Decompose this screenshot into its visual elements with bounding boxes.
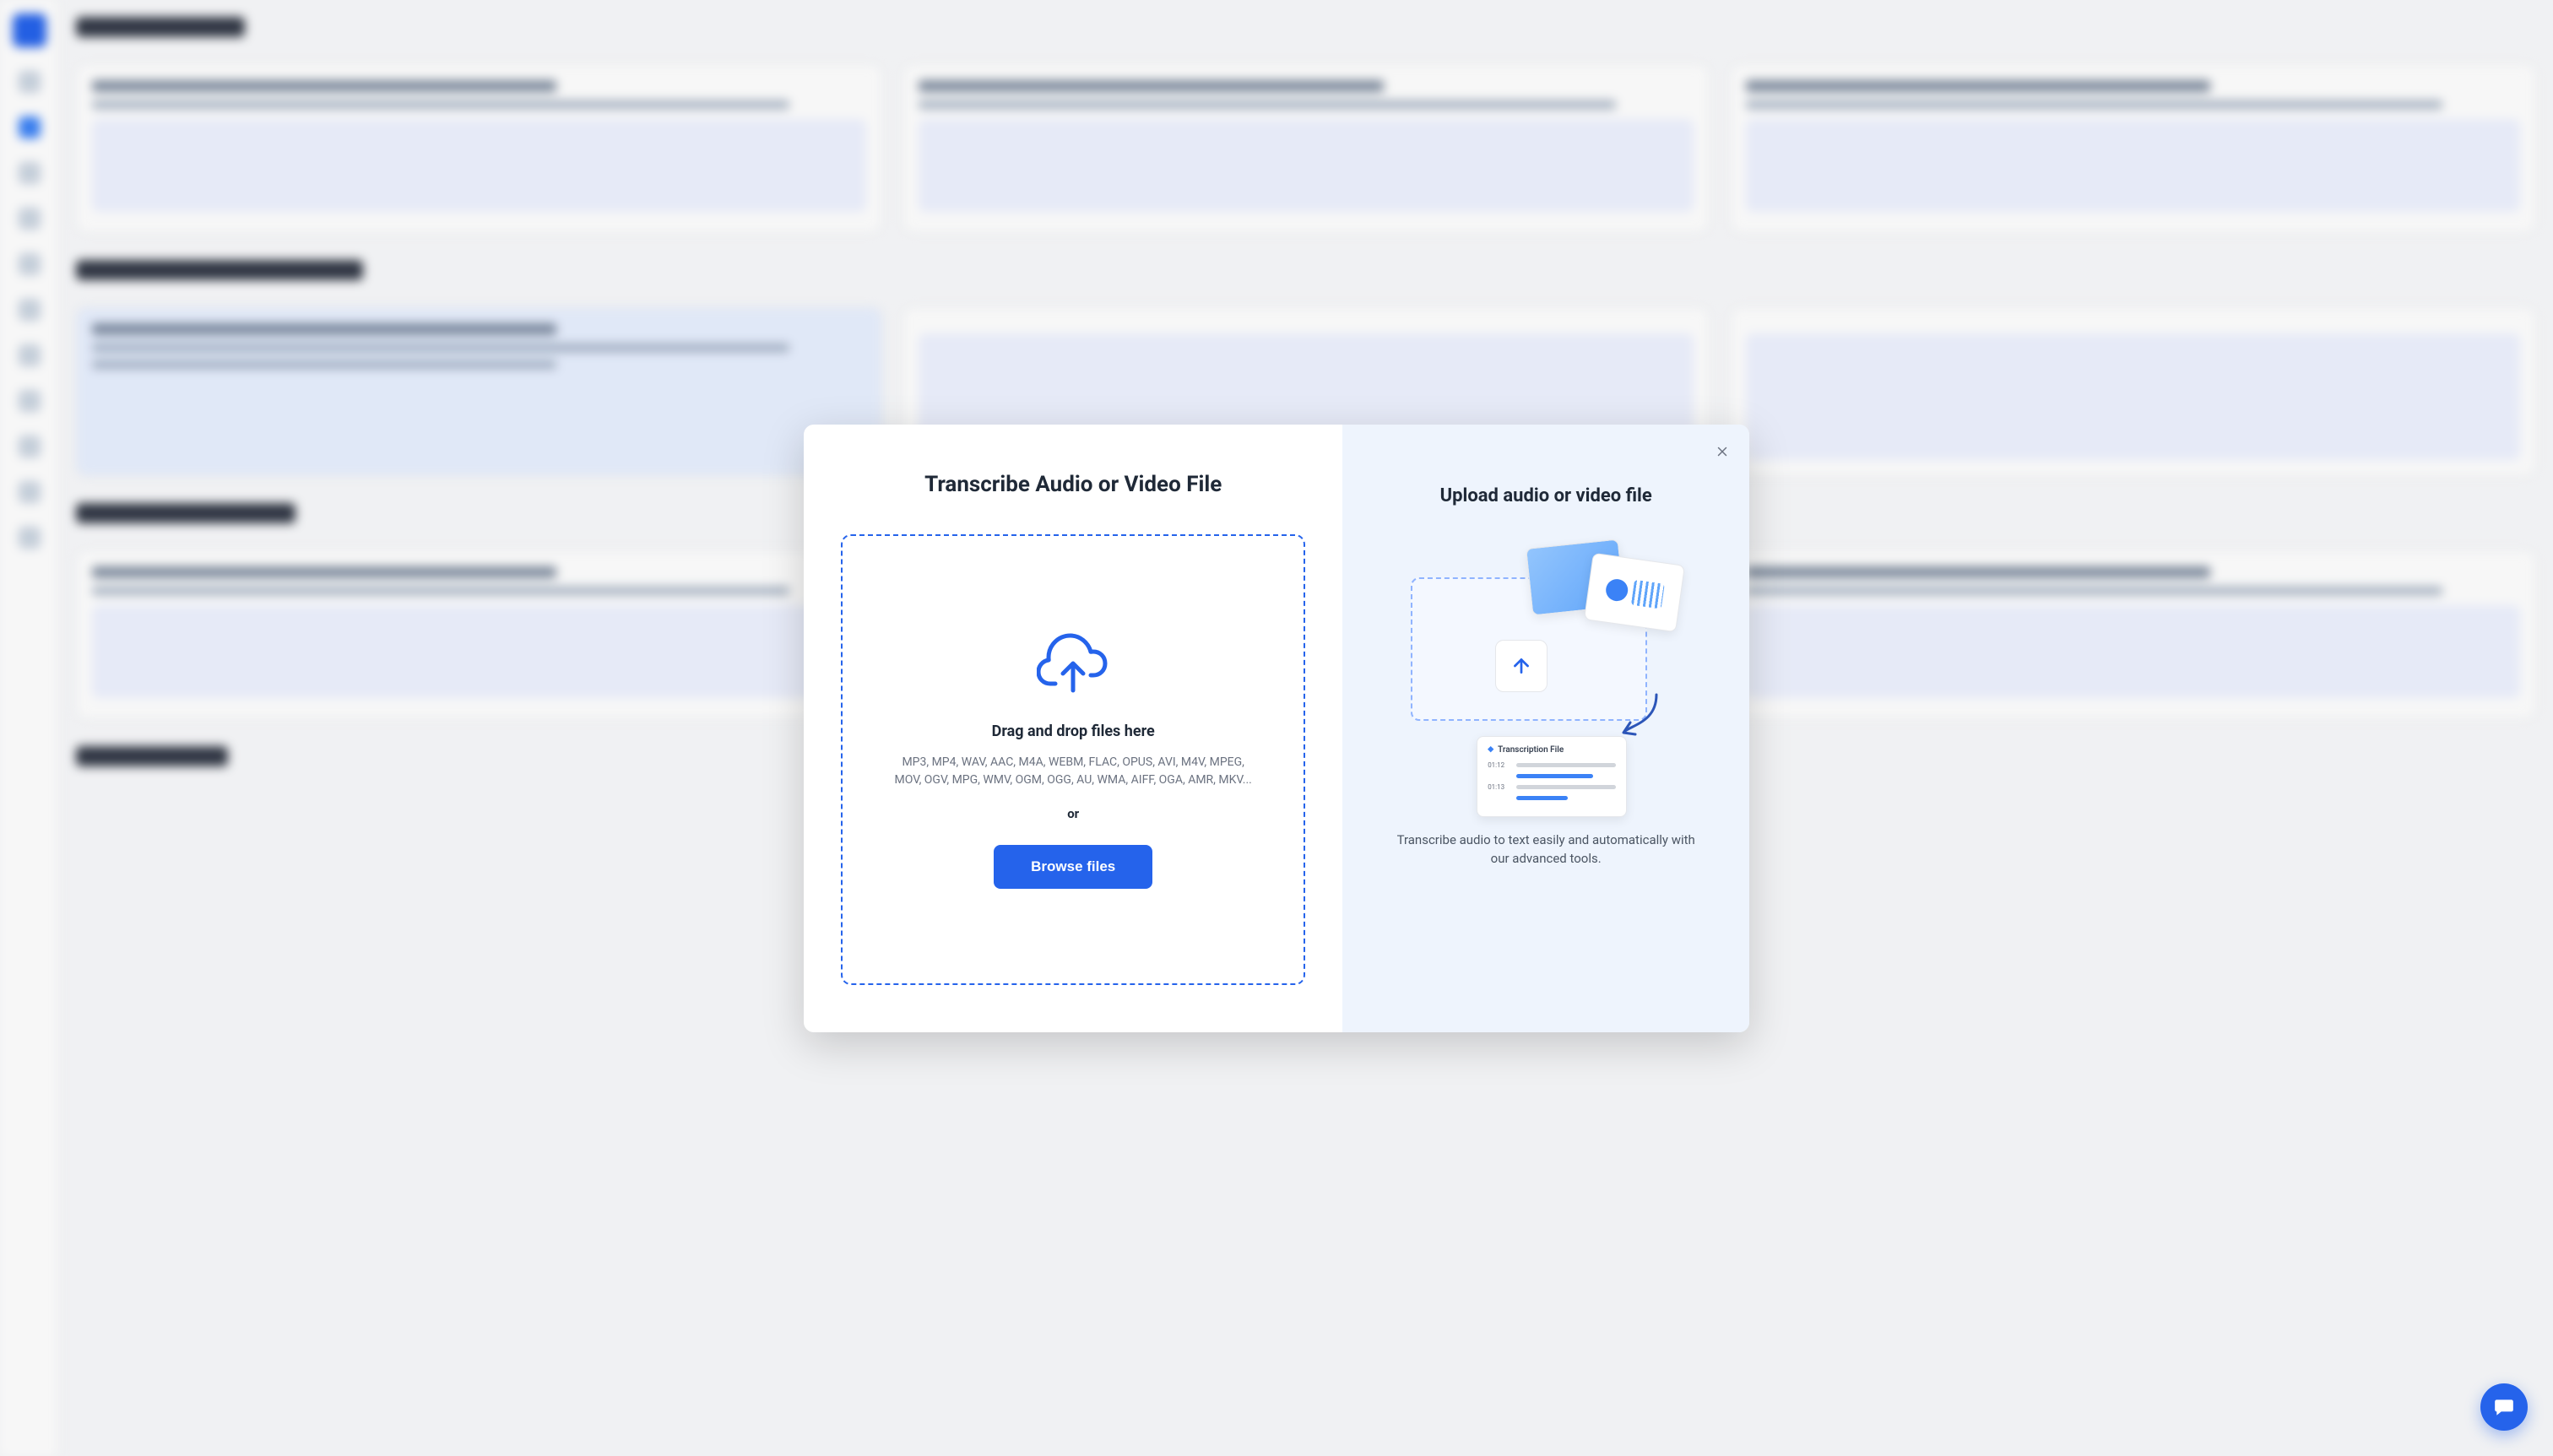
- right-pane-title: Upload audio or video file: [1440, 485, 1652, 506]
- chat-fab[interactable]: [2480, 1383, 2528, 1431]
- dropzone-or: or: [1067, 806, 1079, 821]
- upload-illustration: Transcription File 01:12 01:13: [1411, 537, 1681, 807]
- right-pane-caption: Transcribe audio to text easily and auto…: [1394, 831, 1698, 869]
- audio-thumb-icon: [1584, 552, 1685, 632]
- dropzone-headline: Drag and drop files here: [992, 723, 1155, 740]
- dropzone-formats: MP3, MP4, WAV, AAC, M4A, WEBM, FLAC, OPU…: [887, 754, 1259, 789]
- curved-arrow-icon: [1618, 690, 1661, 741]
- chat-icon: [2493, 1396, 2515, 1418]
- close-icon: [1715, 444, 1730, 459]
- modal-right-pane: Upload audio or video file Transc: [1342, 425, 1749, 1032]
- timestamp: 01:13: [1488, 783, 1510, 791]
- browse-files-button[interactable]: Browse files: [994, 845, 1152, 889]
- transcription-file-card: Transcription File 01:12 01:13: [1477, 736, 1627, 817]
- upload-modal: Transcribe Audio or Video File Drag and …: [804, 425, 1749, 1032]
- modal-title: Transcribe Audio or Video File: [841, 472, 1305, 497]
- close-button[interactable]: [1710, 440, 1734, 463]
- cloud-upload-icon: [1037, 630, 1109, 697]
- modal-left-pane: Transcribe Audio or Video File Drag and …: [804, 425, 1342, 1032]
- modal-overlay: Transcribe Audio or Video File Drag and …: [0, 0, 2553, 1456]
- timestamp: 01:12: [1488, 761, 1510, 769]
- file-dropzone[interactable]: Drag and drop files here MP3, MP4, WAV, …: [841, 534, 1305, 985]
- upload-arrow-icon: [1495, 640, 1548, 692]
- file-card-title: Transcription File: [1488, 745, 1616, 755]
